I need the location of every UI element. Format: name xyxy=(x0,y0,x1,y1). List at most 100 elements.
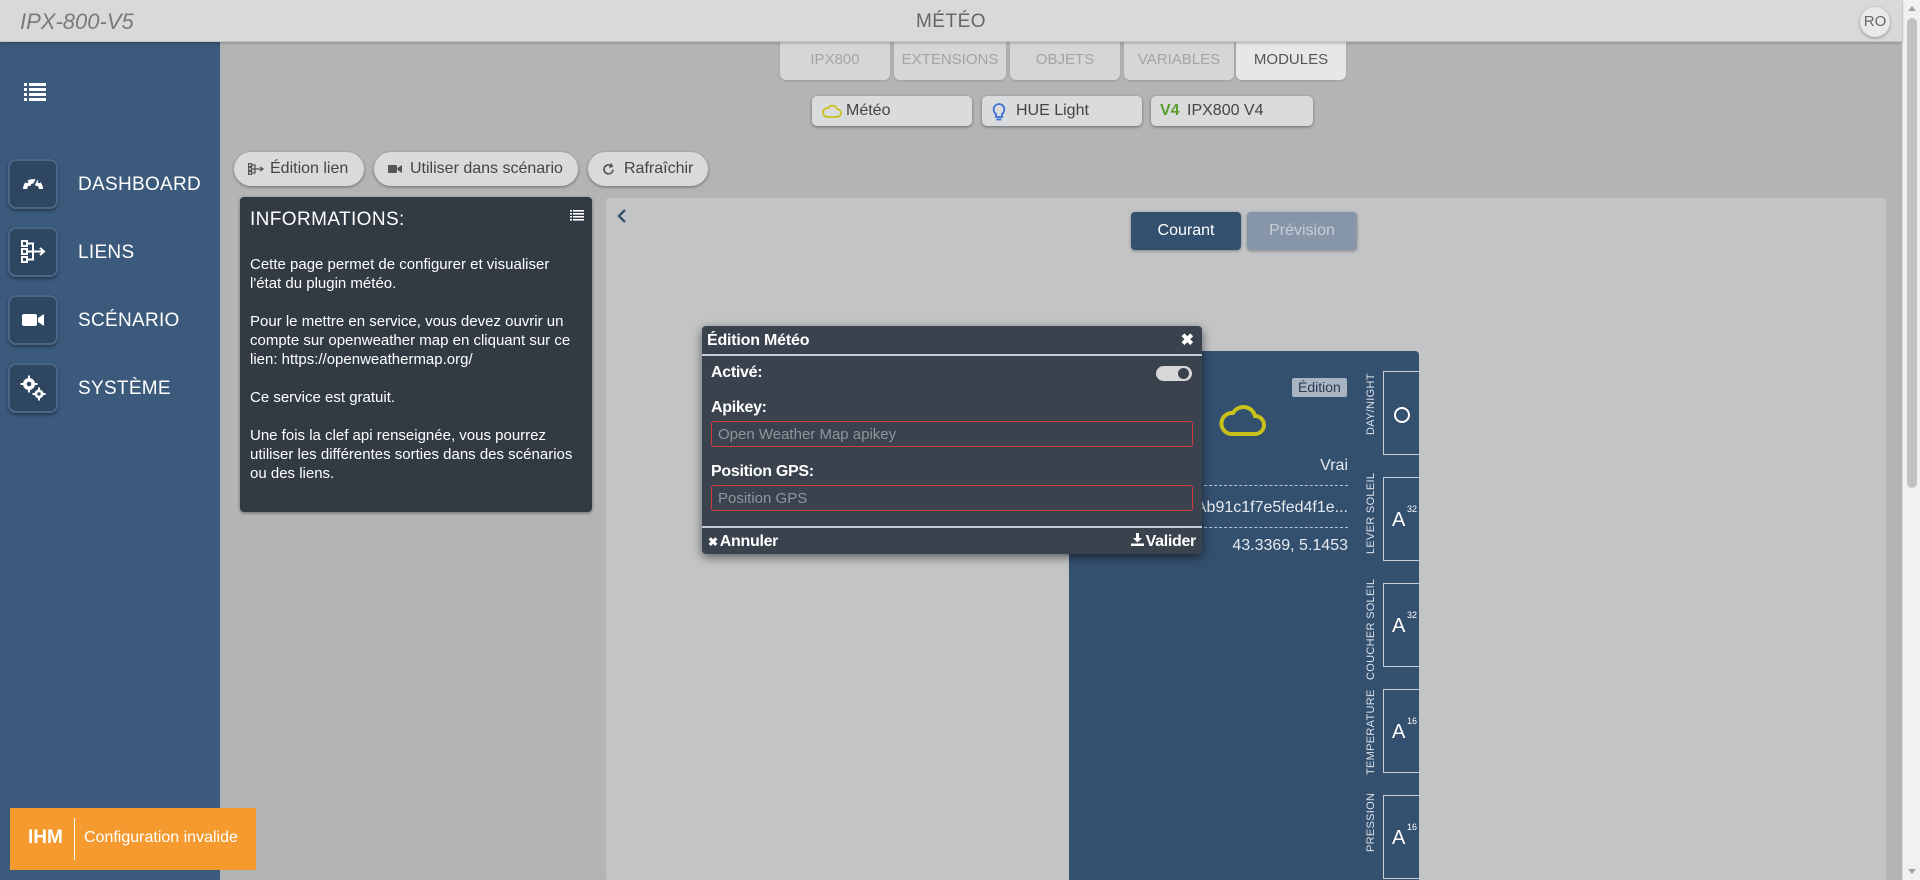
edition-badge[interactable]: Édition xyxy=(1292,378,1347,397)
use-in-scenario-button[interactable]: Utiliser dans scénario xyxy=(374,152,578,186)
sidebar-item-label: DASHBOARD xyxy=(78,174,202,195)
card-divider xyxy=(1199,527,1348,528)
modal-divider xyxy=(702,354,1202,356)
cloud-icon xyxy=(1219,405,1266,436)
sidebar-item-dashboard[interactable]: DASHBOARD xyxy=(8,159,218,211)
status-ihm-label: IHM xyxy=(28,827,63,848)
edit-weather-modal: Édition Météo ✖ Activé: Apikey: Position… xyxy=(702,326,1202,554)
scroll-down-arrow-icon[interactable] xyxy=(1908,869,1916,874)
gps-input[interactable] xyxy=(711,485,1193,511)
video-icon xyxy=(8,295,58,345)
current-view-button[interactable]: Courant xyxy=(1131,212,1241,250)
side-label-day-night: DAY/NIGHT xyxy=(1365,373,1377,435)
sidebar-item-label: SYSTÈME xyxy=(78,378,171,399)
info-paragraph: Une fois la clef api renseignée, vous po… xyxy=(250,427,573,482)
tab-modules[interactable]: MODULES xyxy=(1236,42,1346,80)
info-paragraph: Pour le mettre en service, vous devez ou… xyxy=(250,313,571,368)
tab-ipx800[interactable]: IPX800 xyxy=(780,42,890,80)
validate-button[interactable]: Valider xyxy=(1130,533,1197,551)
download-icon xyxy=(1130,533,1144,546)
gps-value: 43.3369, 5.1453 xyxy=(1232,537,1348,554)
module-label: Météo xyxy=(846,102,891,119)
info-body: Cette page permet de configurer et visua… xyxy=(250,255,580,502)
top-bar: IPX-800-V5 MÉTÉO RO xyxy=(0,0,1902,42)
status-notification[interactable]: IHM Configuration invalide xyxy=(10,808,256,870)
info-title: INFORMATIONS: xyxy=(250,209,405,230)
video-icon xyxy=(388,165,402,173)
links-icon xyxy=(248,163,264,175)
cloud-icon xyxy=(822,104,842,118)
list-menu-icon[interactable] xyxy=(24,82,46,102)
module-hue-light[interactable]: HUE Light xyxy=(982,96,1142,126)
sidebar-item-scenario[interactable]: SCÉNARIO xyxy=(8,295,218,347)
analog-letter: A xyxy=(1392,721,1406,743)
cancel-label: Annuler xyxy=(719,533,779,550)
info-paragraph: Ce service est gratuit. xyxy=(250,389,396,406)
sidebar-item-label: LIENS xyxy=(78,242,135,263)
modal-divider xyxy=(702,526,1202,528)
apikey-label: Apikey: xyxy=(711,399,767,416)
toggle-knob xyxy=(1178,368,1189,379)
analog-bits: 32 xyxy=(1407,504,1418,514)
page-scrollbar[interactable] xyxy=(1902,0,1920,880)
analog-letter: A xyxy=(1392,615,1406,637)
sunrise-tile[interactable]: A 32 xyxy=(1383,477,1419,561)
sidebar-item-label: SCÉNARIO xyxy=(78,310,180,331)
temperature-tile[interactable]: A 16 xyxy=(1383,689,1419,773)
analog-bits: 32 xyxy=(1407,610,1418,620)
apikey-input[interactable] xyxy=(711,421,1193,447)
gears-icon xyxy=(8,363,58,413)
tab-objets[interactable]: OBJETS xyxy=(1010,42,1120,80)
use-in-scenario-label: Utiliser dans scénario xyxy=(410,160,563,177)
bulb-icon xyxy=(992,103,1006,121)
refresh-button[interactable]: Rafraîchir xyxy=(588,152,708,186)
user-avatar[interactable]: RO xyxy=(1860,7,1890,37)
module-label: IPX800 V4 xyxy=(1187,102,1264,119)
side-label-temperature: TEMPERATURE xyxy=(1365,689,1377,775)
list-icon[interactable] xyxy=(570,209,584,221)
module-ipx800-v4[interactable]: V4 IPX800 V4 xyxy=(1151,96,1313,126)
links-icon xyxy=(8,227,58,277)
edit-link-button[interactable]: Édition lien xyxy=(234,152,364,186)
apikey-value: Ab91c1f7e5fed4f1e... xyxy=(1195,499,1348,516)
forecast-view-button[interactable]: Prévision xyxy=(1247,212,1357,250)
gps-label: Position GPS: xyxy=(711,463,814,480)
refresh-label: Rafraîchir xyxy=(624,160,694,177)
day-night-tile[interactable] xyxy=(1383,371,1419,455)
active-value: Vrai xyxy=(1320,457,1348,474)
status-divider xyxy=(74,818,75,860)
module-label: HUE Light xyxy=(1016,102,1089,119)
scroll-thumb[interactable] xyxy=(1907,18,1917,488)
close-icon[interactable]: ✖ xyxy=(1181,330,1194,350)
refresh-icon xyxy=(603,163,614,175)
circle-icon xyxy=(1394,407,1410,423)
sidebar-item-systeme[interactable]: SYSTÈME xyxy=(8,363,218,415)
analog-letter: A xyxy=(1392,509,1406,531)
card-divider xyxy=(1199,485,1348,486)
close-icon: ✖ xyxy=(708,535,718,549)
side-label-sunrise: LEVER SOLEIL xyxy=(1365,472,1377,554)
v4-badge-icon: V4 xyxy=(1160,102,1180,119)
module-meteo[interactable]: Météo xyxy=(812,96,972,126)
edit-link-label: Édition lien xyxy=(270,160,349,177)
sidebar: DASHBOARD LIENS SCÉNARIO SYSTÈME xyxy=(0,42,220,880)
scroll-up-arrow-icon[interactable] xyxy=(1908,6,1916,11)
validate-label: Valider xyxy=(1145,533,1197,550)
chevron-left-icon[interactable] xyxy=(616,208,628,224)
info-panel: INFORMATIONS: Cette page permet de confi… xyxy=(240,197,592,512)
gauge-icon xyxy=(8,159,58,209)
analog-letter: A xyxy=(1392,827,1406,849)
tab-variables[interactable]: VARIABLES xyxy=(1124,42,1234,80)
analog-bits: 16 xyxy=(1407,716,1418,726)
cancel-button[interactable]: ✖ Annuler xyxy=(708,533,778,551)
tab-extensions[interactable]: EXTENSIONS xyxy=(894,42,1006,80)
modal-title: Édition Météo xyxy=(707,332,810,349)
info-paragraph: Cette page permet de configurer et visua… xyxy=(250,256,550,292)
sunset-tile[interactable]: A 32 xyxy=(1383,583,1419,667)
status-message: Configuration invalide xyxy=(84,829,238,846)
page-title: MÉTÉO xyxy=(915,11,987,32)
pressure-tile[interactable]: A 16 xyxy=(1383,795,1419,879)
sidebar-item-liens[interactable]: LIENS xyxy=(8,227,218,279)
active-toggle[interactable] xyxy=(1156,366,1192,381)
analog-bits: 16 xyxy=(1407,822,1418,832)
